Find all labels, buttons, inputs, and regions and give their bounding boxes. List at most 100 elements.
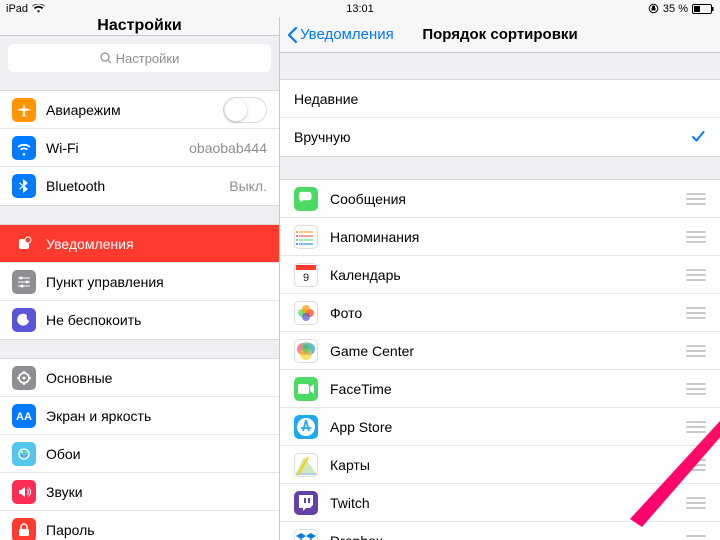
sidebar-item-display[interactable]: AA Экран и яркость (0, 397, 279, 435)
status-bar: iPad 13:01 35 % (0, 0, 720, 17)
app-row[interactable]: App Store (280, 408, 720, 446)
search-input[interactable]: Настройки (8, 44, 271, 72)
app-row[interactable]: Сообщения (280, 180, 720, 218)
dnd-icon (12, 308, 36, 332)
app-row[interactable]: Dropbox (280, 522, 720, 540)
sort-options-group: Недавние Вручную (280, 79, 720, 157)
sidebar-title: Настройки (0, 17, 279, 36)
status-left: iPad (6, 3, 45, 15)
display-icon: AA (12, 404, 36, 428)
sounds-icon (12, 480, 36, 504)
app-icon (294, 301, 318, 325)
sidebar-item-label: Обои (46, 446, 81, 462)
app-row[interactable]: Карты (280, 446, 720, 484)
sidebar-item-control-center[interactable]: Пункт управления (0, 263, 279, 301)
sort-option-label: Недавние (294, 91, 358, 107)
detail-pane: Уведомления Порядок сортировки Недавние В… (280, 17, 720, 540)
notifications-icon (12, 232, 36, 256)
app-icon (294, 491, 318, 515)
app-label: Dropbox (330, 533, 383, 540)
sidebar-group: Авиарежим Wi-Fi obaobab444 Bluetooth Выкл. (0, 90, 279, 206)
wallpaper-icon (12, 442, 36, 466)
app-label: App Store (330, 419, 392, 435)
search-container: Настройки (0, 36, 279, 80)
sidebar-item-label: Авиарежим (46, 102, 121, 118)
drag-handle-icon[interactable] (686, 459, 706, 471)
detail-header: Уведомления Порядок сортировки (280, 17, 720, 53)
sidebar-item-passcode[interactable]: Пароль (0, 511, 279, 540)
app-icon (294, 529, 318, 540)
drag-handle-icon[interactable] (686, 345, 706, 357)
search-placeholder: Настройки (116, 51, 180, 66)
app-icon (294, 453, 318, 477)
wifi-status-icon (32, 4, 45, 13)
app-row[interactable]: Twitch (280, 484, 720, 522)
battery-percent: 35 % (663, 3, 688, 15)
app-row[interactable]: 9 Календарь (280, 256, 720, 294)
app-row[interactable]: Напоминания (280, 218, 720, 256)
sidebar-item-bluetooth[interactable]: Bluetooth Выкл. (0, 167, 279, 205)
app-icon (294, 377, 318, 401)
status-time: 13:01 (346, 3, 374, 15)
sidebar-item-label: Пункт управления (46, 274, 164, 290)
sidebar-item-label: Wi-Fi (46, 140, 79, 156)
back-button[interactable]: Уведомления (280, 26, 394, 44)
sidebar-item-label: Экран и яркость (46, 408, 151, 424)
sidebar-item-value: Выкл. (229, 178, 267, 194)
app-label: FaceTime (330, 381, 392, 397)
sidebar-item-dnd[interactable]: Не беспокоить (0, 301, 279, 339)
sidebar-item-value: obaobab444 (189, 140, 267, 156)
sidebar-item-wallpaper[interactable]: Обои (0, 435, 279, 473)
sidebar-item-label: Уведомления (46, 236, 134, 252)
detail-content[interactable]: Недавние Вручную Сообщения Напоминания 9 Кал… (280, 53, 720, 540)
sidebar-item-notifications[interactable]: Уведомления (0, 225, 279, 263)
sidebar-group: Уведомления Пункт управления Не беспокоить (0, 224, 279, 340)
drag-handle-icon[interactable] (686, 269, 706, 281)
sidebar-item-airplane[interactable]: Авиарежим (0, 91, 279, 129)
app-list-group: Сообщения Напоминания 9 Календарь Фото Game C… (280, 179, 720, 540)
sidebar-item-label: Пароль (46, 522, 95, 538)
settings-sidebar: Настройки Настройки Авиарежим Wi-Fi obaoba… (0, 17, 280, 540)
device-label: iPad (6, 3, 28, 15)
app-label: Сообщения (330, 191, 406, 207)
drag-handle-icon[interactable] (686, 193, 706, 205)
status-right: 35 % (648, 3, 714, 15)
passcode-icon (12, 518, 36, 540)
sidebar-item-sounds[interactable]: Звуки (0, 473, 279, 511)
sidebar-item-general[interactable]: Основные (0, 359, 279, 397)
app-label: Карты (330, 457, 370, 473)
drag-handle-icon[interactable] (686, 307, 706, 319)
drag-handle-icon[interactable] (686, 421, 706, 433)
app-label: Напоминания (330, 229, 419, 245)
sort-option-label: Вручную (294, 129, 351, 145)
app-icon (294, 187, 318, 211)
drag-handle-icon[interactable] (686, 497, 706, 509)
sort-option-row[interactable]: Вручную (280, 118, 720, 156)
drag-handle-icon[interactable] (686, 535, 706, 540)
app-label: Календарь (330, 267, 401, 283)
chevron-left-icon (286, 26, 298, 44)
app-icon: 9 (294, 263, 318, 287)
app-icon (294, 415, 318, 439)
orientation-lock-icon (648, 3, 659, 14)
svg-text:9: 9 (303, 272, 309, 284)
sidebar-item-label: Bluetooth (46, 178, 105, 194)
general-icon (12, 366, 36, 390)
sidebar-item-wifi[interactable]: Wi-Fi obaobab444 (0, 129, 279, 167)
sidebar-item-label: Не беспокоить (46, 312, 141, 328)
toggle-switch[interactable] (223, 97, 267, 123)
control-center-icon (12, 270, 36, 294)
app-row[interactable]: Фото (280, 294, 720, 332)
app-row[interactable]: Game Center (280, 332, 720, 370)
wifi-icon (12, 136, 36, 160)
app-label: Game Center (330, 343, 414, 359)
app-icon (294, 339, 318, 363)
drag-handle-icon[interactable] (686, 231, 706, 243)
app-label: Twitch (330, 495, 370, 511)
app-label: Фото (330, 305, 362, 321)
svg-text:AA: AA (16, 411, 32, 423)
sort-option-row[interactable]: Недавние (280, 80, 720, 118)
app-row[interactable]: FaceTime (280, 370, 720, 408)
app-icon (294, 225, 318, 249)
drag-handle-icon[interactable] (686, 383, 706, 395)
